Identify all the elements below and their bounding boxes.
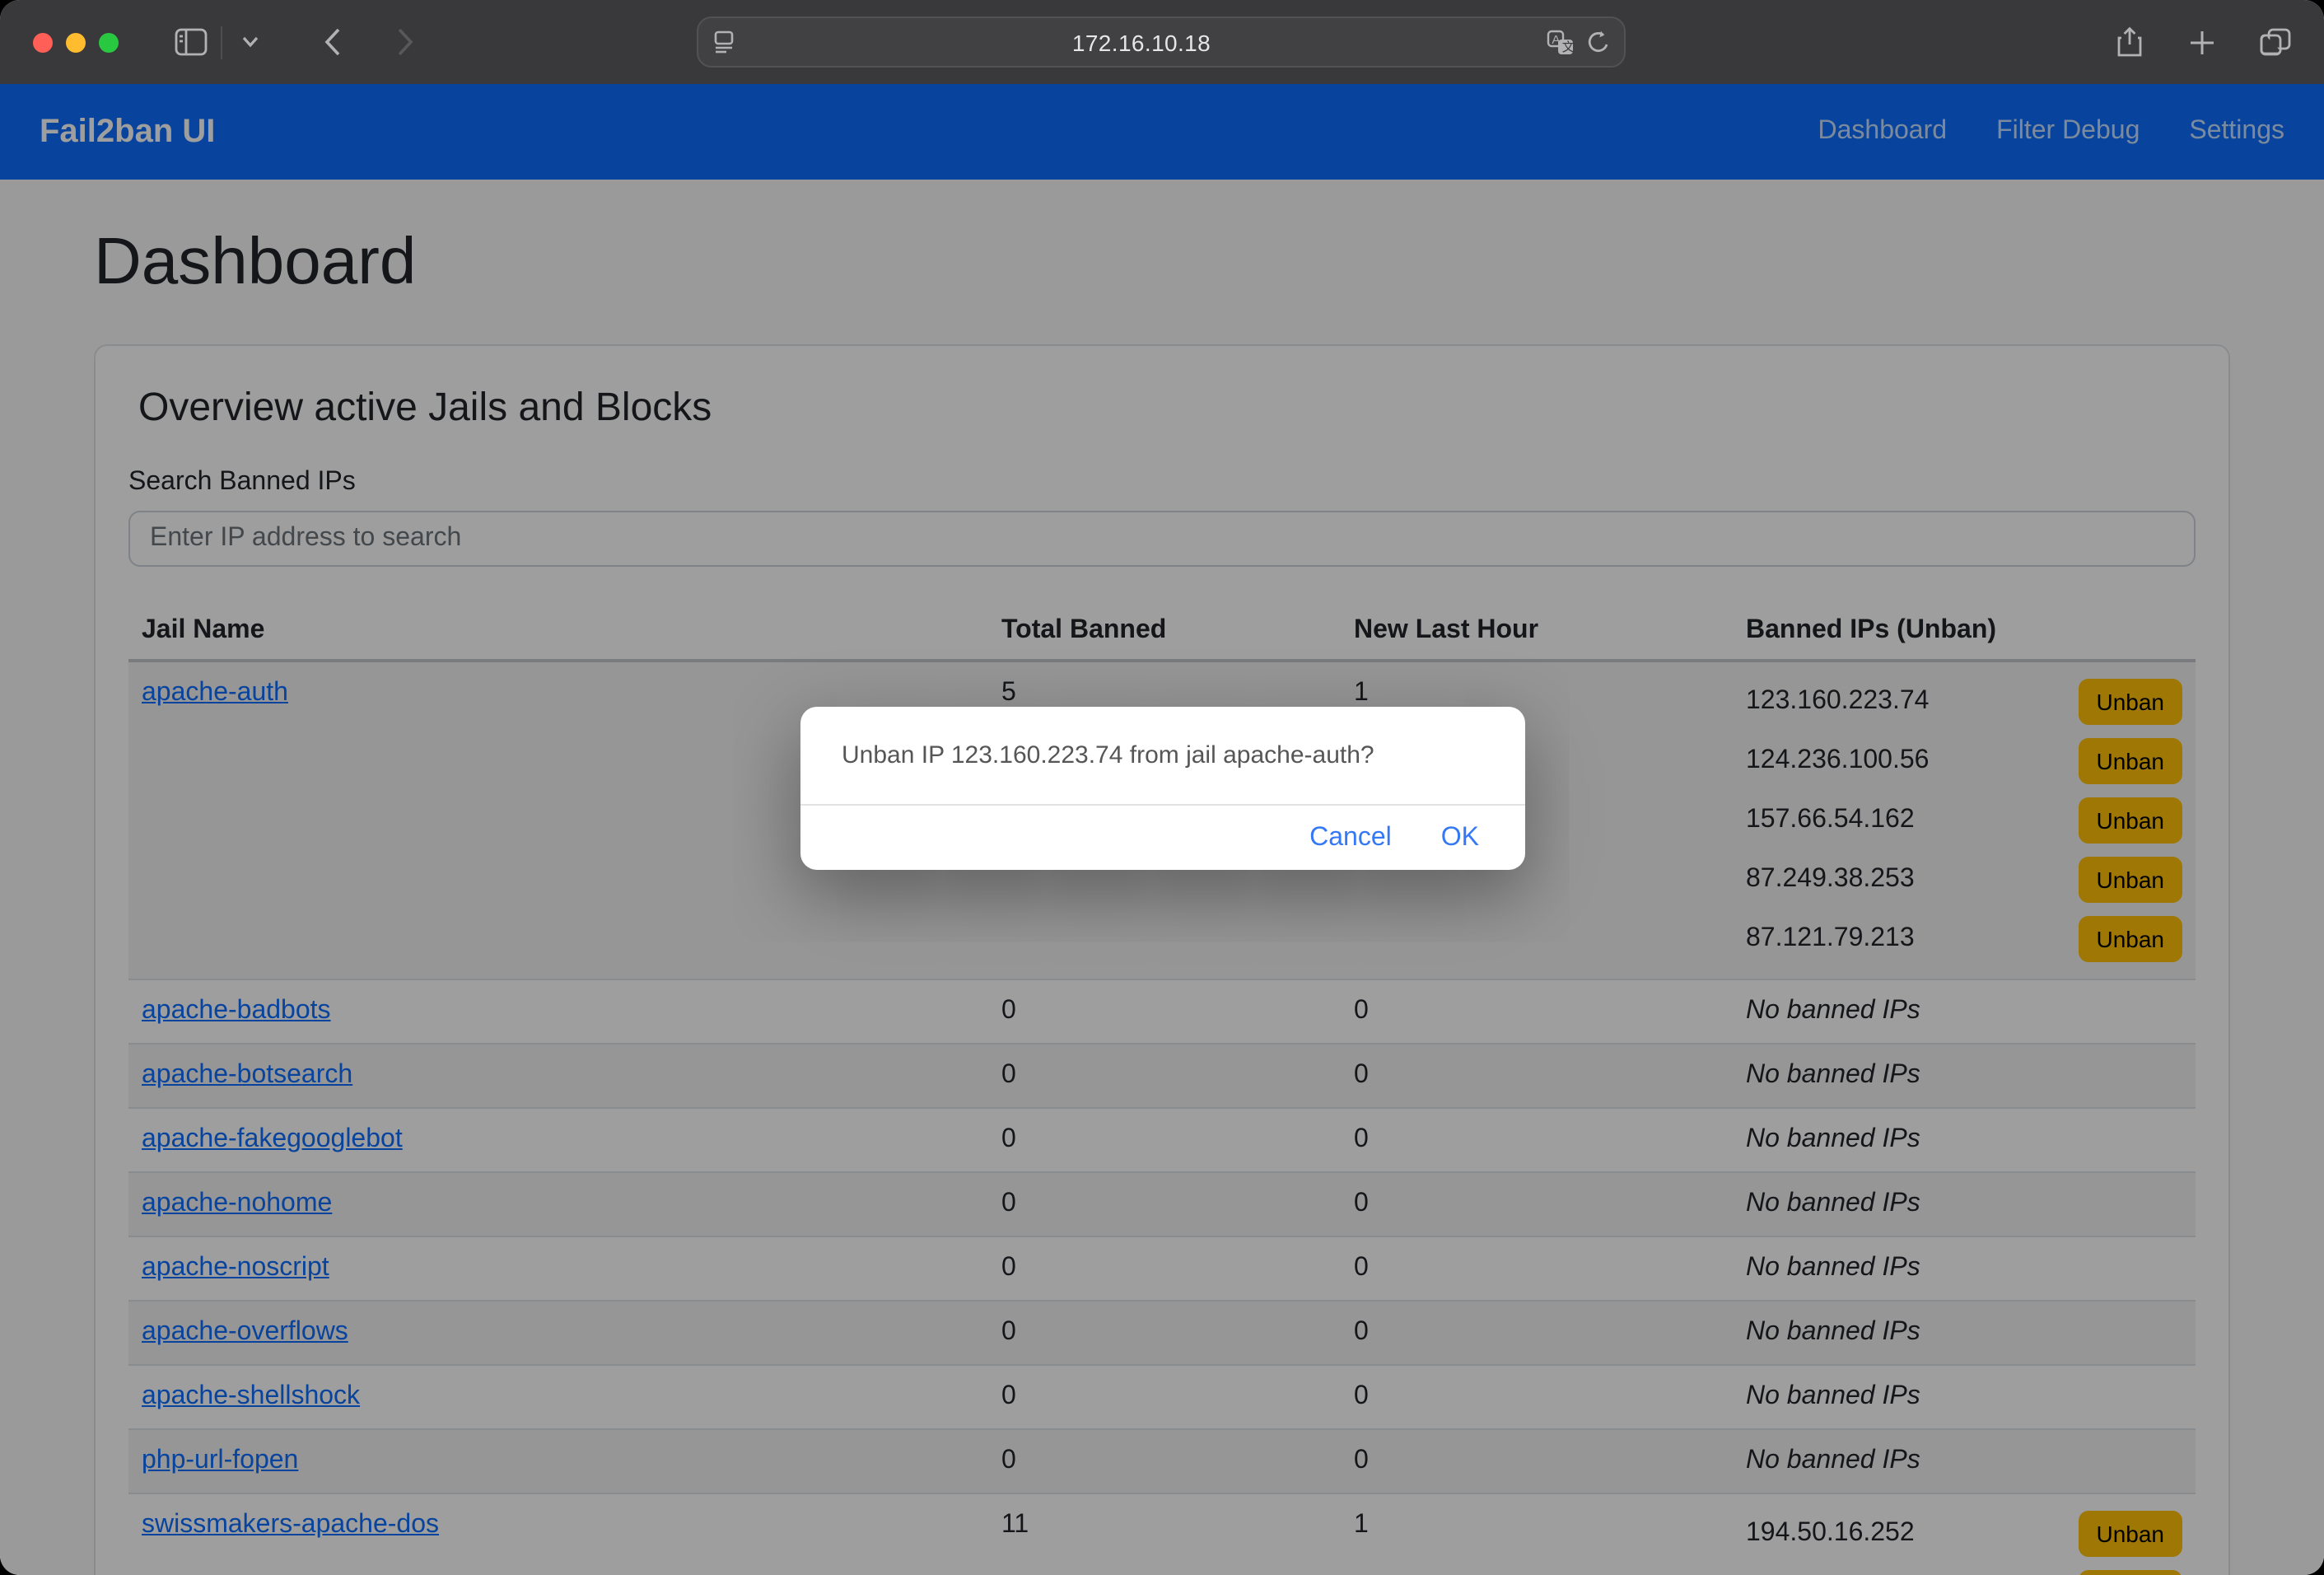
traffic-lights [33, 32, 119, 52]
translate-icon[interactable]: A 文 [1547, 29, 1575, 55]
chevron-down-icon[interactable] [232, 17, 268, 67]
reader-icon[interactable] [712, 30, 736, 54]
toolbar-divider [221, 26, 222, 58]
dialog-footer: Cancel OK [800, 804, 1525, 870]
svg-text:文: 文 [1562, 40, 1575, 54]
screen: 172.16.10.18 A 文 [0, 0, 2324, 1575]
share-icon[interactable] [2105, 17, 2154, 67]
sidebar-icon[interactable] [165, 17, 217, 67]
url-text: 172.16.10.18 [736, 29, 1547, 55]
cancel-button[interactable]: Cancel [1309, 823, 1392, 853]
zoom-window-button[interactable] [99, 32, 119, 52]
tab-overview-icon[interactable] [2250, 17, 2301, 67]
back-icon[interactable] [308, 17, 357, 67]
ok-button[interactable]: OK [1441, 823, 1479, 853]
dialog-message: Unban IP 123.160.223.74 from jail apache… [800, 707, 1525, 804]
new-tab-icon[interactable] [2177, 17, 2227, 67]
confirm-dialog: Unban IP 123.160.223.74 from jail apache… [800, 707, 1525, 870]
browser-toolbar: 172.16.10.18 A 文 [0, 0, 2324, 84]
close-window-button[interactable] [33, 32, 53, 52]
browser-window: 172.16.10.18 A 文 [0, 0, 2324, 1575]
forward-icon[interactable] [380, 17, 430, 67]
address-bar[interactable]: 172.16.10.18 A 文 [697, 16, 1626, 68]
minimize-window-button[interactable] [66, 32, 86, 52]
reload-icon[interactable] [1586, 29, 1611, 55]
